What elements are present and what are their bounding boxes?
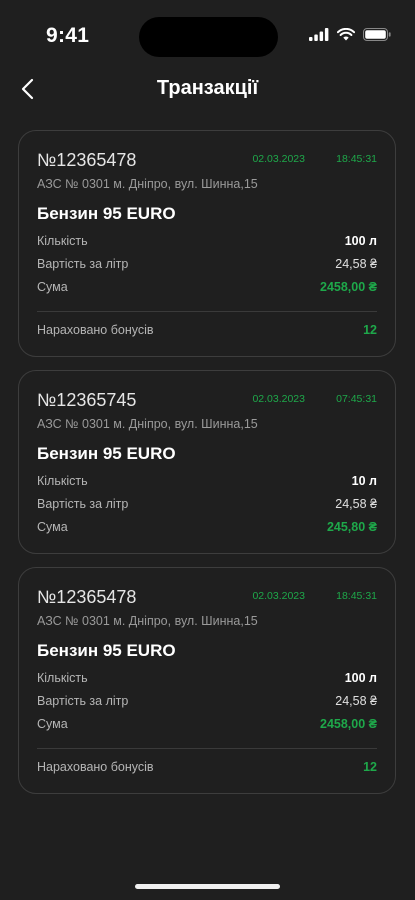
bonuses-row: Нараховано бонусів 12 — [37, 760, 377, 778]
price-value: 24,58 ₴ — [335, 497, 377, 511]
status-bar: 9:41 — [0, 0, 415, 70]
fuel-type: Бензин 95 EURO — [37, 204, 176, 223]
sum-label: Сума — [37, 520, 68, 534]
signal-icon — [309, 28, 329, 41]
page-title: Транзакції — [156, 77, 259, 99]
sum-label: Сума — [37, 280, 68, 294]
divider — [37, 748, 377, 749]
quantity-value: 100 л — [344, 671, 377, 685]
price-row: Вартість за літр 24,58 ₴ — [37, 257, 377, 275]
transaction-id: №12365478 — [37, 587, 137, 607]
quantity-label: Кількість — [37, 234, 88, 248]
sum-value: 2458,00 ₴ — [320, 280, 377, 294]
sum-row: Сума 2458,00 ₴ — [37, 280, 377, 298]
transaction-card[interactable]: №12365478 02.03.2023 18:45:31 АЗС № 0301… — [18, 130, 396, 357]
transaction-time: 18:45:31 — [336, 590, 377, 602]
transaction-time: 18:45:31 — [336, 153, 377, 165]
sum-value: 245,80 ₴ — [326, 520, 377, 534]
divider — [37, 311, 377, 312]
price-row: Вартість за літр 24,58 ₴ — [37, 497, 377, 515]
fuel-type: Бензин 95 EURO — [37, 444, 176, 463]
quantity-value: 100 л — [344, 234, 377, 248]
transaction-date: 02.03.2023 — [252, 153, 305, 165]
bonuses-label: Нараховано бонусів — [37, 323, 154, 337]
transaction-id: №12365478 — [37, 150, 137, 170]
price-label: Вартість за літр — [37, 257, 129, 271]
quantity-row: Кількість 10 л — [37, 474, 377, 492]
transaction-card[interactable]: №12365478 02.03.2023 18:45:31 АЗС № 0301… — [18, 567, 396, 794]
quantity-value: 10 л — [351, 474, 377, 488]
transaction-date: 02.03.2023 — [252, 590, 305, 602]
transaction-date: 02.03.2023 — [252, 393, 305, 405]
price-value: 24,58 ₴ — [335, 694, 377, 708]
station-address: АЗС № 0301 м. Дніпро, вул. Шинна,15 — [37, 417, 258, 431]
quantity-row: Кількість 100 л — [37, 234, 377, 252]
price-row: Вартість за літр 24,58 ₴ — [37, 694, 377, 712]
sum-label: Сума — [37, 717, 68, 731]
transaction-id: №12365745 — [37, 390, 137, 410]
bonuses-label: Нараховано бонусів — [37, 760, 154, 774]
bonuses-value: 12 — [363, 323, 377, 337]
status-icons — [309, 28, 391, 41]
wifi-icon — [337, 28, 355, 41]
quantity-label: Кількість — [37, 671, 88, 685]
screen-header: Транзакції — [0, 70, 415, 110]
sum-value: 2458,00 ₴ — [320, 717, 377, 731]
battery-icon — [363, 28, 391, 41]
transaction-time: 07:45:31 — [336, 393, 377, 405]
quantity-label: Кількість — [37, 474, 88, 488]
status-time: 9:41 — [46, 24, 90, 47]
fuel-type: Бензин 95 EURO — [37, 641, 176, 660]
station-address: АЗС № 0301 м. Дніпро, вул. Шинна,15 — [37, 614, 258, 628]
bonuses-value: 12 — [363, 760, 377, 774]
home-indicator[interactable] — [135, 884, 280, 889]
station-address: АЗС № 0301 м. Дніпро, вул. Шинна,15 — [37, 177, 258, 191]
price-value: 24,58 ₴ — [335, 257, 377, 271]
quantity-row: Кількість 100 л — [37, 671, 377, 689]
price-label: Вартість за літр — [37, 497, 129, 511]
sum-row: Сума 2458,00 ₴ — [37, 717, 377, 735]
sum-row: Сума 245,80 ₴ — [37, 520, 377, 538]
bonuses-row: Нараховано бонусів 12 — [37, 323, 377, 341]
price-label: Вартість за літр — [37, 694, 129, 708]
dynamic-island — [139, 17, 278, 57]
transaction-card[interactable]: №12365745 02.03.2023 07:45:31 АЗС № 0301… — [18, 370, 396, 554]
